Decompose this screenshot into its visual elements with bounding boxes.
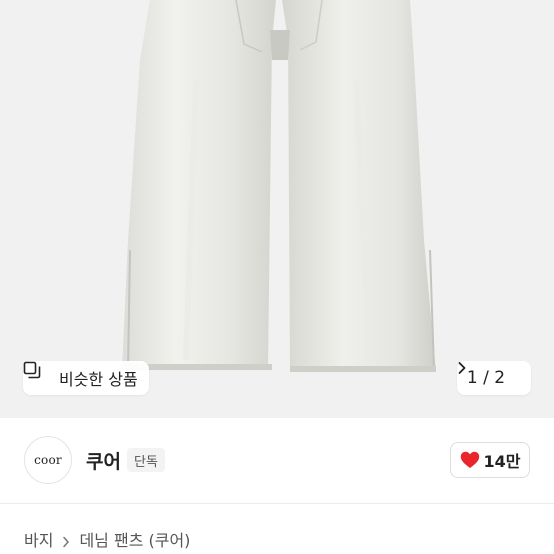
pager-current: 1 <box>466 368 478 388</box>
like-button[interactable]: 14만 <box>450 442 530 478</box>
like-count: 14만 <box>483 452 521 471</box>
breadcrumb: 바지 데님 팬츠 (쿠어) <box>24 527 190 551</box>
image-pager[interactable]: 1 / 2 <box>457 361 531 395</box>
product-image-carousel[interactable]: 비슷한 상품 1 / 2 <box>0 0 554 418</box>
similar-products-label: 비슷한 상품 <box>59 370 138 389</box>
pager-separator: / <box>477 368 495 388</box>
chevron-right-icon <box>458 362 521 385</box>
breadcrumb-item-category[interactable]: 바지 <box>24 527 53 551</box>
shop-name[interactable]: 쿠어 <box>86 447 121 474</box>
chevron-right-icon <box>62 533 70 548</box>
exclusive-badge: 단독 <box>127 448 165 472</box>
heart-icon <box>460 451 480 469</box>
copy-icon <box>23 361 52 387</box>
product-photo <box>0 0 554 418</box>
pager-total: 2 <box>494 368 506 388</box>
shop-logo[interactable]: coor <box>24 436 72 484</box>
shop-info-row: coor 쿠어 단독 14만 <box>0 418 554 504</box>
exclusive-badge-label: 단독 <box>134 454 158 470</box>
product-page: 비슷한 상품 1 / 2 coor 쿠어 단독 14만 바지 데님 팬츠 (쿠어… <box>0 0 554 554</box>
shop-logo-text: coor <box>34 453 62 467</box>
breadcrumb-item-subcategory[interactable]: 데님 팬츠 (쿠어) <box>79 527 190 551</box>
similar-products-button[interactable]: 비슷한 상품 <box>23 361 149 395</box>
